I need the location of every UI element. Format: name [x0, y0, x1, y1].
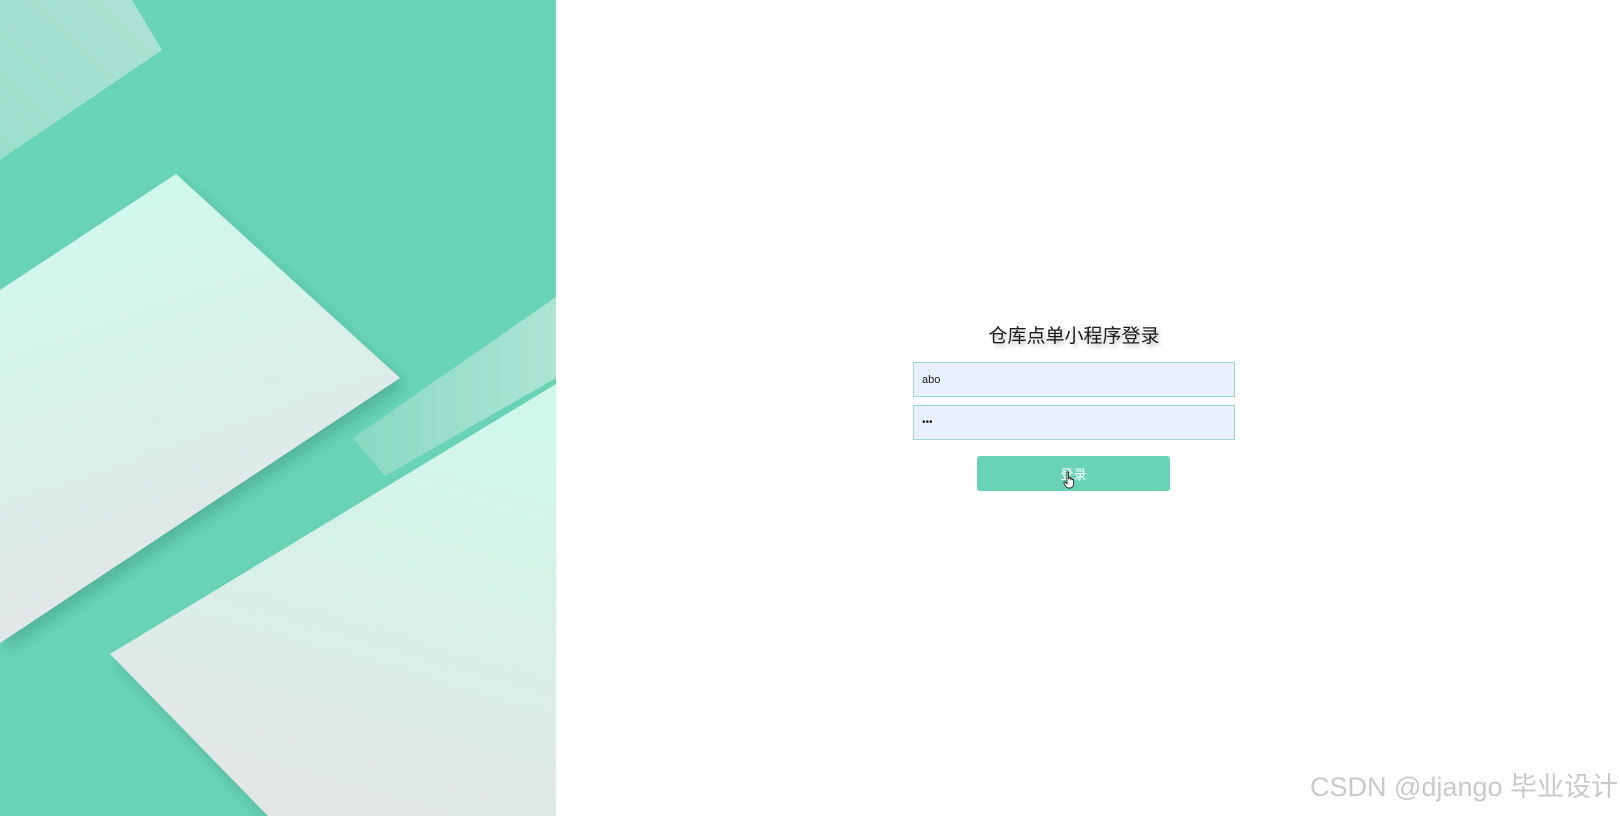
- password-input[interactable]: [913, 405, 1235, 440]
- login-page: 仓库点单小程序登录 登录 CSDN @django 毕业设计: [0, 0, 1620, 816]
- watermark-text: CSDN @django 毕业设计: [1310, 772, 1618, 802]
- username-input[interactable]: [913, 362, 1235, 397]
- hand-pointer-icon: [1063, 471, 1074, 489]
- decorative-background-panel: [0, 0, 556, 816]
- login-button[interactable]: 登录: [977, 456, 1170, 491]
- login-title: 仓库点单小程序登录: [988, 325, 1160, 347]
- login-form: 仓库点单小程序登录 登录: [912, 322, 1236, 491]
- geometric-paper-illustration: [0, 0, 556, 816]
